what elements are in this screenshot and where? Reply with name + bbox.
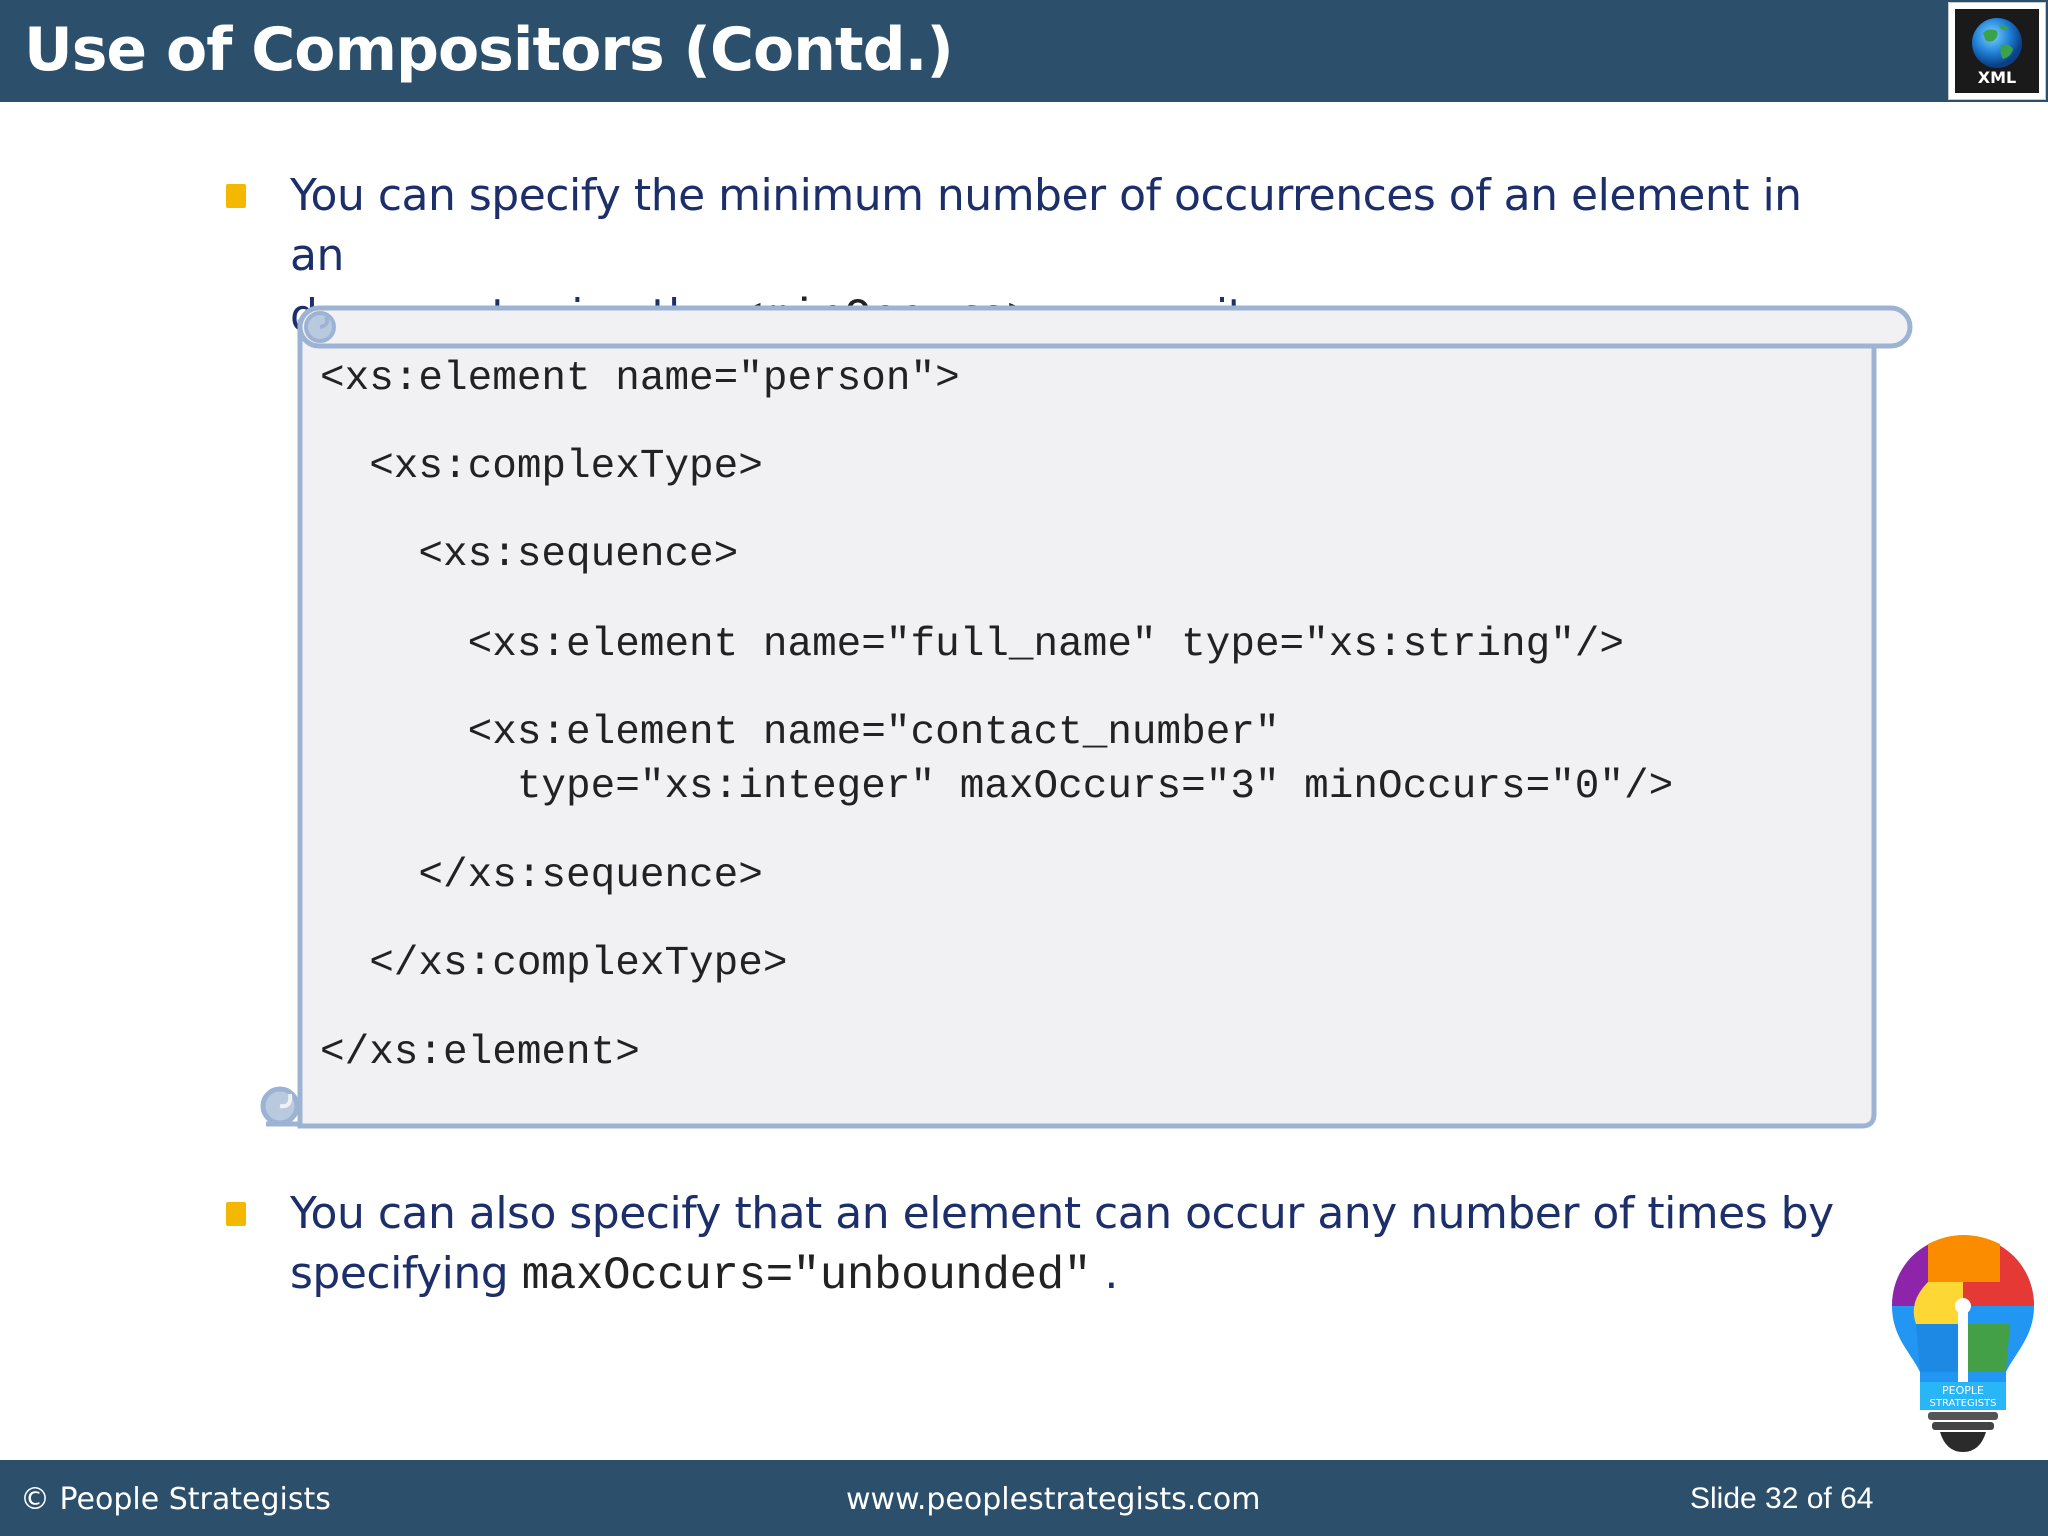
bullet-2-text-pre: specifying: [290, 1248, 522, 1299]
code-line: <xs:element name="contact_number": [320, 710, 1280, 756]
bullet-2-line-2: specifying maxOccurs="unbounded" .: [290, 1244, 1850, 1306]
code-block: <xs:element name="person"> <xs:complexTy…: [320, 352, 1673, 1076]
code-line: <xs:complexType>: [320, 444, 763, 490]
code-line: </xs:element>: [320, 1030, 640, 1076]
bullet-2-inline-code: maxOccurs="unbounded": [521, 1250, 1092, 1302]
code-line: <xs:sequence>: [320, 532, 739, 578]
code-line: </xs:complexType>: [320, 941, 788, 987]
footer-website: www.peoplestrategists.com: [846, 1482, 1261, 1517]
bullet-2-line-1: You can also specify that an element can…: [290, 1188, 1834, 1239]
bullet-text-2: You can also specify that an element can…: [290, 1184, 1850, 1306]
bullet-marker: [226, 1202, 246, 1226]
slide-number: Slide 32 of 64: [1690, 1482, 1874, 1515]
bullet-2-text-post: .: [1090, 1248, 1118, 1299]
people-strategists-bulb-logo: PEOPLE STRATEGISTS: [1892, 1235, 2034, 1452]
code-line: <xs:element name="full_name" type="xs:st…: [320, 622, 1625, 668]
code-line: <xs:element name="person">: [320, 356, 960, 402]
footer-bar: © People Strategists www.peoplestrategis…: [0, 1460, 2048, 1536]
code-line: </xs:sequence>: [320, 853, 763, 899]
footer-copyright: © People Strategists: [20, 1482, 331, 1517]
code-line: type="xs:integer" maxOccurs="3" minOccur…: [320, 764, 1674, 810]
bulb-logo-text-1: PEOPLE: [1942, 1384, 1984, 1397]
bulb-logo-text-2: STRATEGISTS: [1930, 1398, 1997, 1409]
